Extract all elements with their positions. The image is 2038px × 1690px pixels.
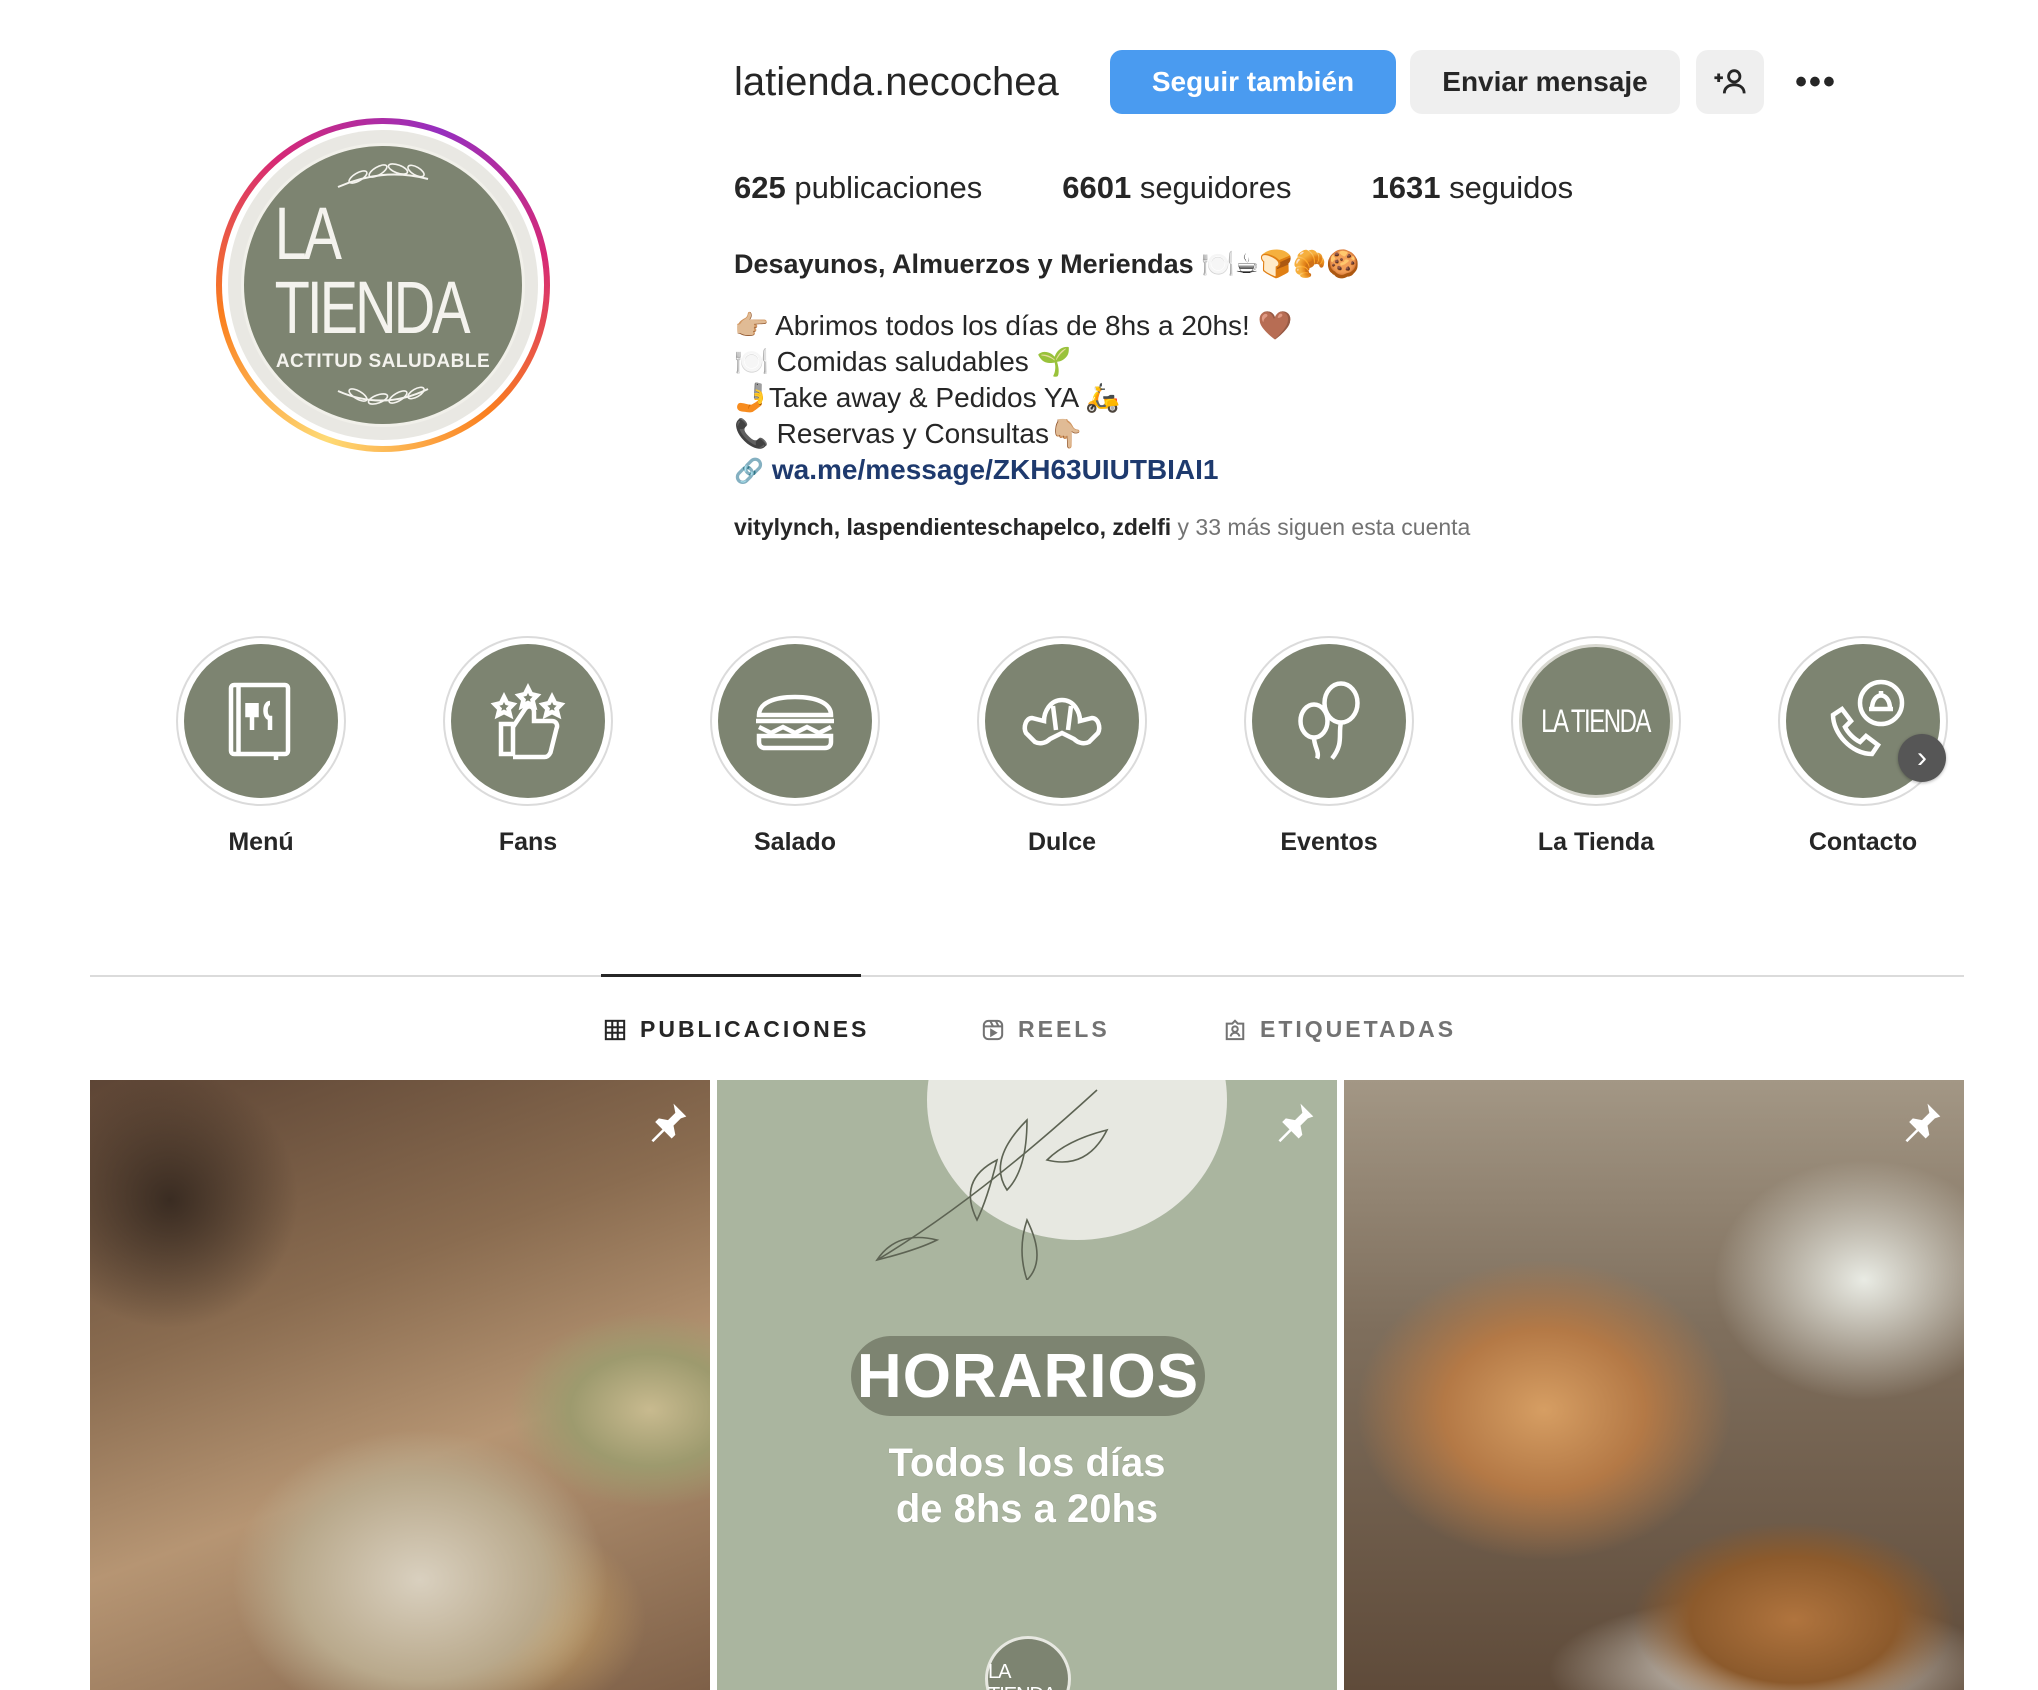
phone-bell-icon [1830,679,1905,757]
link-icon: 🔗 [734,458,764,485]
bio-link[interactable]: 🔗 wa.me/message/ZKH63UIUTBIAI1 [734,452,1534,490]
highlight-salado[interactable]: Salado [710,636,880,857]
post-tile[interactable]: HORARIOS Todos los días de 8hs a 20hs LA… [717,1080,1337,1690]
highlight-dulce[interactable]: Dulce [977,636,1147,857]
balloons-icon [1298,681,1360,760]
follow-button[interactable]: Seguir también [1110,50,1396,114]
add-person-icon [1714,69,1746,94]
leaf-icon [337,386,429,405]
story-highlights: Menú Fans Salado Dulce Eventos LA TIENDA… [176,636,1956,866]
stat-posts: 625 publicaciones [734,170,983,205]
bio-line: 👉🏼 Abrimos todos los días de 8hs a 20hs!… [734,310,1293,341]
tab-publicaciones[interactable]: PUBLICACIONES [604,1016,869,1043]
avatar-tagline: ACTITUD SALUDABLE [275,351,491,372]
bio-title: Desayunos, Almuerzos y Meriendas 🍽️☕🍞🥐🍪 [734,249,1360,279]
stat-followers[interactable]: 6601 seguidores [1062,170,1291,206]
chevron-right-icon: › [1917,741,1927,774]
pin-icon [646,1100,690,1144]
tab-reels[interactable]: REELS [982,1016,1110,1043]
post-tile[interactable] [1344,1080,1964,1690]
post-logo: LA TIENDA [985,1636,1071,1690]
more-options-button[interactable]: ••• [1786,50,1846,114]
thumbs-up-stars-icon [490,682,566,760]
croissant-icon [1022,697,1102,746]
reels-icon [982,1019,1004,1040]
profile-bio: Desayunos, Almuerzos y Meriendas 🍽️☕🍞🥐🍪 … [734,248,1534,490]
highlight-eventos[interactable]: Eventos [1244,636,1414,857]
horarios-title: HORARIOS [851,1336,1205,1416]
followed-by-text[interactable]: vitylynch, laspendienteschapelco, zdelfi… [734,514,1470,541]
highlight-la-tienda[interactable]: LA TIENDA La Tienda [1511,636,1681,857]
tagged-icon [1225,1018,1245,1040]
highlight-menu[interactable]: Menú [176,636,346,857]
post-tile[interactable] [90,1080,710,1690]
avatar-brand-text: LA TIENDA [274,192,471,349]
profile-username: latienda.necochea [734,60,1059,104]
highlight-fans[interactable]: Fans [443,636,613,857]
grid-icon [604,1019,626,1040]
bio-line: 🤳Take away & Pedidos YA 🛵 [734,382,1121,413]
tab-etiquetadas[interactable]: ETIQUETADAS [1224,1016,1456,1043]
active-tab-indicator [601,974,861,977]
sandwich-icon [756,694,834,751]
leaf-icon [337,163,429,188]
horarios-subtitle: Todos los días de 8hs a 20hs [888,1441,1166,1531]
send-message-button[interactable]: Enviar mensaje [1410,50,1680,114]
stat-following[interactable]: 1631 seguidos [1371,170,1573,206]
leaves-illustration [875,1089,1109,1280]
bio-line: 📞 Reservas y Consultas👇🏼 [734,418,1084,449]
pin-icon [1900,1100,1944,1144]
pin-icon [1273,1100,1317,1144]
profile-avatar[interactable]: LA TIENDA ACTITUD SALUDABLE [216,118,550,452]
tabs-divider [90,975,1964,977]
profile-stats: 625 publicaciones 6601 seguidores 1631 s… [734,170,1573,206]
bio-line: 🍽️ Comidas saludables 🌱 [734,346,1072,377]
suggested-users-button[interactable] [1696,50,1764,114]
logo-icon: LA TIENDA [1541,702,1652,739]
profile-page: LA TIENDA ACTITUD SALUDABLE latienda.nec… [0,0,2038,1690]
highlights-next-button[interactable]: › [1898,734,1946,782]
menu-book-icon [228,682,291,760]
